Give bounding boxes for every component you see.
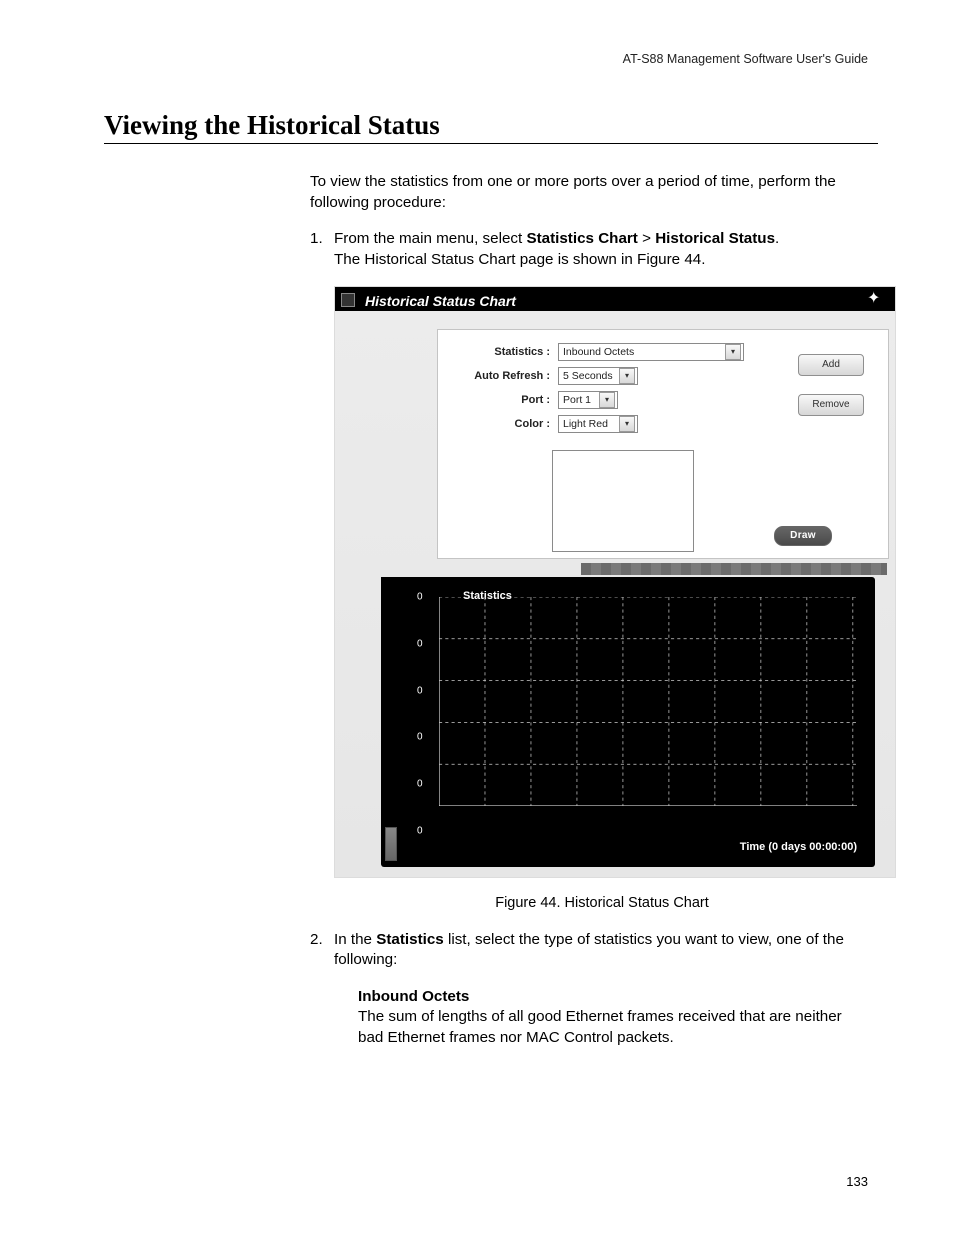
y-tick: 0: [417, 778, 423, 792]
figure-caption: Figure 44. Historical Status Chart: [334, 894, 870, 914]
chart-panel: Statistics Time (0 days 00:00:00): [381, 577, 875, 867]
label-port: Port :: [450, 393, 558, 408]
chevron-down-icon: ▾: [725, 344, 741, 360]
intro-paragraph: To view the statistics from one or more …: [310, 172, 870, 213]
step-1: 1. From the main menu, select Statistics…: [310, 229, 870, 914]
draw-button[interactable]: Draw: [774, 526, 832, 546]
chevron-down-icon: ▾: [599, 392, 615, 408]
step-1-sub: The Historical Status Chart page is show…: [334, 250, 870, 271]
label-auto-refresh: Auto Refresh :: [450, 369, 558, 384]
chart-plot-area: 0 0 0 0 0 0: [439, 597, 857, 831]
statistics-select[interactable]: Inbound Octets ▾: [558, 343, 744, 361]
step-number: 2.: [310, 930, 323, 951]
label-statistics: Statistics :: [450, 345, 558, 360]
y-tick: 0: [417, 731, 423, 745]
chart-grid: [439, 597, 857, 806]
definition-term: Inbound Octets: [358, 987, 870, 1008]
section-title: Viewing the Historical Status: [104, 110, 878, 141]
brand-logo-icon: ✦: [867, 290, 889, 308]
step-2-text: In the Statistics list, select the type …: [334, 931, 844, 969]
port-select[interactable]: Port 1 ▾: [558, 391, 618, 409]
page-header-right: AT-S88 Management Software User's Guide: [623, 52, 868, 66]
chart-x-axis-label: Time (0 days 00:00:00): [740, 840, 857, 855]
y-tick: 0: [417, 684, 423, 698]
add-button[interactable]: Add: [798, 354, 864, 376]
label-color: Color :: [450, 417, 558, 432]
historical-status-screenshot: Historical Status Chart ✦ Statistics : I…: [334, 286, 896, 878]
panel-title: Historical Status Chart: [365, 292, 516, 311]
step-number: 1.: [310, 229, 323, 250]
tab-strip: [581, 563, 887, 575]
color-select[interactable]: Light Red ▾: [558, 415, 638, 433]
page-number: 133: [846, 1174, 868, 1189]
title-rule: [104, 143, 878, 144]
y-tick: 0: [417, 637, 423, 651]
definition-desc: The sum of lengths of all good Ethernet …: [358, 1007, 870, 1048]
y-tick: 0: [417, 824, 423, 838]
selected-series-listbox[interactable]: [552, 450, 694, 552]
y-tick: 0: [417, 590, 423, 604]
chevron-down-icon: ▾: [619, 416, 635, 432]
panel-titlebar: Historical Status Chart: [341, 291, 889, 311]
step-1-text: From the main menu, select Statistics Ch…: [334, 230, 779, 247]
auto-refresh-select[interactable]: 5 Seconds ▾: [558, 367, 638, 385]
form-panel: Statistics : Inbound Octets ▾ Auto Refre…: [437, 329, 889, 559]
step-2: 2. In the Statistics list, select the ty…: [310, 930, 870, 1049]
chevron-down-icon: ▾: [619, 368, 635, 384]
remove-button[interactable]: Remove: [798, 394, 864, 416]
scroll-handle[interactable]: [385, 827, 397, 861]
